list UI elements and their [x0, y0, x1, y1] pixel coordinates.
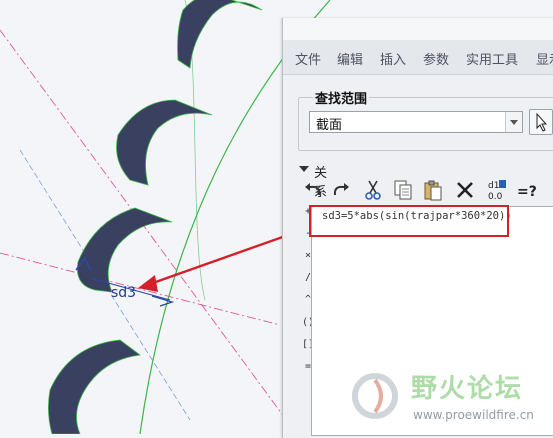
evaluate-button[interactable]: =? — [515, 178, 545, 202]
centerline — [0, 252, 281, 326]
menu-display[interactable]: 显示 — [536, 49, 553, 68]
caret-down-icon[interactable] — [299, 166, 309, 172]
param-top-text: d1 — [488, 181, 499, 191]
param-mid-text: 0.0 — [488, 192, 503, 202]
parameter-value-icon: d1 0.0 — [488, 180, 506, 202]
redo-icon — [333, 183, 349, 196]
delete-button[interactable] — [453, 178, 477, 202]
cut-icon — [365, 180, 381, 200]
centerline — [0, 29, 291, 426]
menu-file[interactable]: 文件 — [295, 49, 321, 68]
dialog-titlebar[interactable] — [283, 18, 553, 41]
copy-button[interactable] — [391, 178, 415, 202]
menu-edit[interactable]: 编辑 — [337, 49, 363, 68]
select-pointer-button[interactable] — [529, 109, 553, 135]
relations-toolbar: d1 0.0 =? — [299, 178, 553, 204]
menu-utilities[interactable]: 实用工具 — [466, 49, 518, 68]
parameter-value-button[interactable]: d1 0.0 — [485, 178, 509, 202]
cut-button[interactable] — [361, 178, 385, 202]
watermark-url: www.proewildfire.cn — [413, 408, 534, 422]
undo-icon — [305, 183, 321, 196]
redo-button[interactable] — [329, 178, 353, 202]
menu-parameters[interactable]: 参数 — [423, 49, 449, 68]
dimension-label-sd3[interactable]: sd3 — [111, 285, 136, 301]
delete-icon — [457, 182, 473, 198]
menu-insert[interactable]: 插入 — [380, 49, 406, 68]
evaluate-text: =? — [517, 184, 537, 200]
menu-bar: 文件 编辑 插入 参数 实用工具 显示 — [283, 40, 553, 75]
copy-icon — [394, 180, 412, 200]
sweep-ribbon — [177, 0, 263, 69]
look-in-value: 截面 — [316, 118, 343, 133]
sweep-ribbon — [48, 339, 142, 434]
paste-icon — [424, 180, 442, 201]
paste-button[interactable] — [421, 178, 445, 202]
evaluate-icon: =? — [517, 184, 537, 200]
watermark-name: 野火论坛 — [411, 374, 524, 404]
chevron-down-icon[interactable] — [505, 112, 522, 132]
cursor-arrow-icon — [536, 112, 548, 132]
undo-button[interactable] — [301, 178, 325, 202]
relation-line[interactable]: sd3=5*abs(sin(trajpar*360*20)) — [322, 210, 512, 222]
look-in-label: 查找范围 — [313, 88, 370, 107]
relations-dialog: 文件 编辑 插入 参数 实用工具 显示 查找范围 截面 关系 — [282, 18, 553, 438]
callout-arrow-head — [138, 275, 158, 292]
sweep-ribbon — [116, 99, 213, 186]
look-in-select[interactable]: 截面 — [309, 111, 523, 133]
sweep-ribbon — [76, 207, 173, 293]
watermark-logo — [352, 373, 398, 419]
